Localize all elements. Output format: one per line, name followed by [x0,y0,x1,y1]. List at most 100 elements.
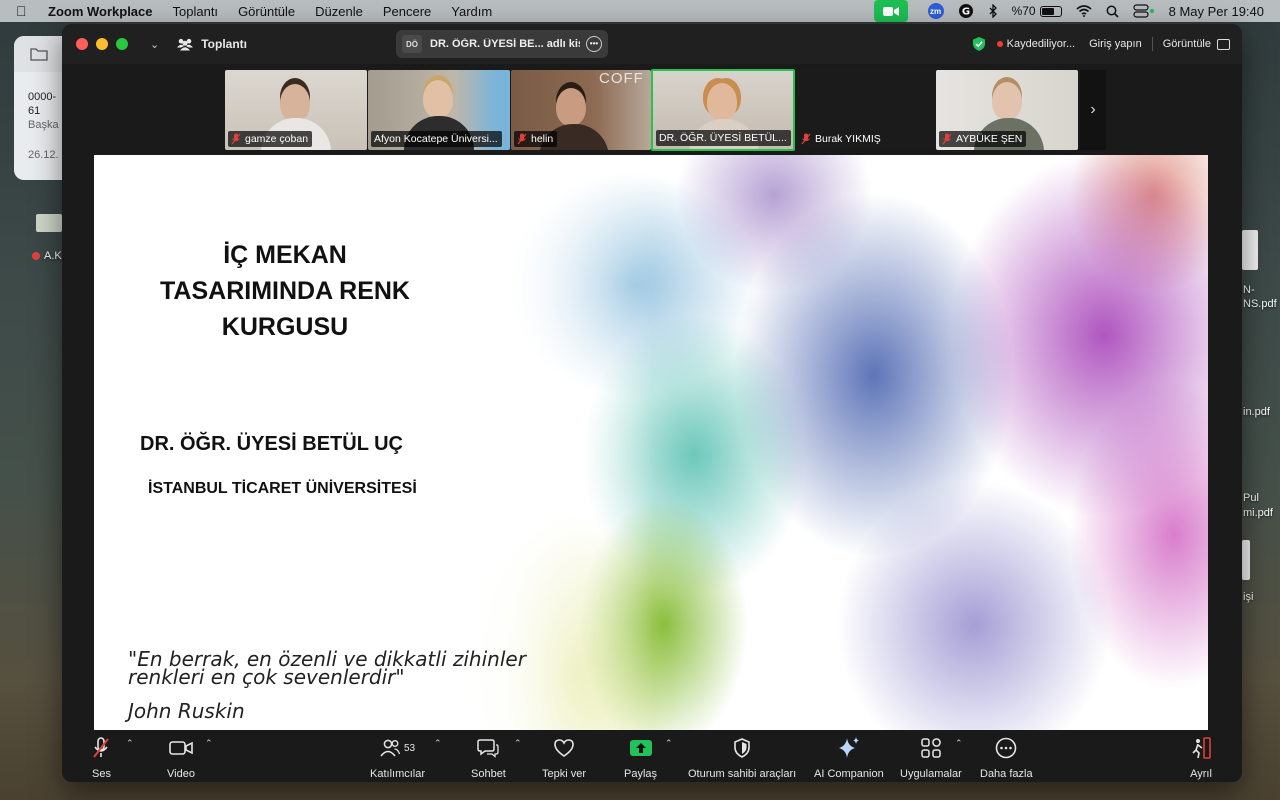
desktop-file-label[interactable]: N- [1243,284,1255,296]
ai-companion-button[interactable]: AI Companion [814,736,884,780]
sparkle-icon [838,737,859,758]
slide-quote-author: John Ruskin [128,699,245,723]
desktop-file-label[interactable]: işi [1243,591,1253,603]
participant-name-tag: AYBÜKE ŞEN [939,131,1027,147]
menubar-status-area: zm G %70 8 May Per 19:40 [873,0,1280,22]
shared-screen-slide[interactable]: İÇ MEKAN TASARIMINDA RENK KURGUSU DR. ÖĞ… [94,155,1208,730]
participant-figure [280,84,310,122]
desktop-file-label[interactable]: mi.pdf [1243,507,1273,519]
chat-options-chevron-icon[interactable]: ⌃ [514,738,522,749]
active-speaker-pill[interactable]: DÖ DR. ÖĞR. ÜYESİ BE... adlı kişi ••• [396,30,608,58]
desktop-file-label[interactable]: Pul [1243,492,1259,504]
participant-name-tag: helin [514,131,558,147]
titlebar-divider [1151,37,1153,51]
video-button[interactable]: Video [167,736,195,780]
minimize-window-button[interactable] [96,38,108,50]
control-center-icon[interactable] [1133,4,1155,18]
svg-text:G: G [961,7,969,18]
battery-status[interactable]: %70 [1012,4,1062,18]
share-screen-button[interactable]: Paylaş [624,736,657,780]
share-options-chevron-icon[interactable]: ⌃ [665,738,673,749]
slide-title: İÇ MEKAN TASARIMINDA RENK KURGUSU [160,241,410,341]
fullscreen-window-button[interactable] [116,38,128,50]
participants-icon [380,739,400,757]
audio-options-chevron-icon[interactable]: ⌃ [126,738,134,749]
share-screen-icon [629,740,652,756]
desktop-file-icon[interactable] [1242,540,1250,580]
participant-figure [992,82,1022,120]
participant-tile[interactable]: gamze çoban [225,70,367,150]
participant-tile[interactable]: COFF helin [511,70,651,150]
thumbnail-next-button[interactable]: › [1080,70,1106,150]
meeting-controls-bar: Ses ⌃ Video ⌃ 53 Katılımcılar ⌃ Sohbet ⌃ [62,730,1242,782]
menu-app-name[interactable]: Zoom Workplace [48,4,153,19]
meeting-menu[interactable]: Toplantı [177,37,247,51]
chevron-right-icon: › [1090,101,1096,118]
mic-muted-icon [231,133,241,145]
desktop-file-icon[interactable] [36,214,62,232]
participant-name-tag: Burak YIKMIŞ [798,131,885,147]
zoom-tray-icon[interactable]: zm [927,3,944,19]
apps-button[interactable]: Uygulamalar [900,736,962,780]
security-shield-icon[interactable] [971,36,987,52]
participant-name-tag: gamze çoban [228,131,313,147]
menu-pencere[interactable]: Pencere [383,4,431,19]
leave-meeting-button[interactable]: Ayrıl [1190,736,1212,780]
grid-view-icon [1217,38,1230,50]
zoom-meeting-window: ⌄ Toplantı DÖ DR. ÖĞR. ÜYESİ BE... adlı … [62,24,1242,782]
recording-indicator[interactable]: Kaydediliyor... [996,38,1075,50]
titlebar-right: Kaydediliyor... Giriş yapın Görüntüle [971,24,1230,64]
chat-button[interactable]: Sohbet [471,736,506,780]
chat-bubble-icon [477,739,500,758]
desktop-item-label[interactable]: A.K [32,250,62,262]
zoom-video-status-icon[interactable] [873,0,908,22]
heart-icon [554,739,574,757]
menu-duzenle[interactable]: Düzenle [315,4,363,19]
react-button[interactable]: Tepki ver [542,736,586,780]
audio-button[interactable]: Ses [92,736,111,780]
participant-figure [707,83,737,121]
mic-muted-icon [517,133,527,145]
participant-tile[interactable]: AYBÜKE ŞEN [936,70,1078,150]
mic-muted-icon [801,133,811,145]
more-button[interactable]: Daha fazla [980,736,1033,780]
apps-grid-icon [921,738,941,758]
more-options-icon[interactable]: ••• [586,36,602,52]
video-options-chevron-icon[interactable]: ⌃ [205,738,213,749]
active-speaker-label: DR. ÖĞR. ÜYESİ BE... adlı kişi [430,38,580,50]
apps-options-chevron-icon[interactable]: ⌃ [955,738,963,749]
wifi-icon[interactable] [1076,5,1092,17]
participant-tile[interactable]: Burak YIKMIŞ [795,70,937,150]
mic-muted-icon [942,133,952,145]
slide-institution: İSTANBUL TİCARET ÜNİVERSİTESİ [148,480,417,497]
video-camera-icon [169,741,193,755]
zoom-titlebar: ⌄ Toplantı DÖ DR. ÖĞR. ÜYESİ BE... adlı … [62,24,1242,64]
speaker-avatar: DÖ [402,35,422,53]
bluetooth-icon[interactable] [988,4,998,18]
apple-menu-icon[interactable]:  [16,3,32,19]
participant-name-tag: Afyon Kocatepe Üniversi... [371,131,502,147]
participant-tile-active-speaker[interactable]: DR. ÖĞR. ÜYESİ BETÜL... [651,69,795,151]
search-icon[interactable] [1106,5,1119,18]
grammarly-icon[interactable]: G [958,3,974,19]
menu-toplanti[interactable]: Toplantı [173,4,219,19]
signin-link[interactable]: Giriş yapın [1089,38,1142,50]
chevron-down-icon[interactable]: ⌄ [150,38,159,51]
macos-menubar:  Zoom Workplace Toplantı Görüntüle Düze… [0,0,1280,22]
close-window-button[interactable] [76,38,88,50]
participants-button[interactable]: 53 Katılımcılar [370,736,425,780]
participants-options-chevron-icon[interactable]: ⌃ [434,738,442,749]
desktop-file-label[interactable]: in.pdf [1243,406,1270,418]
desktop-file-label[interactable]: NS.pdf [1243,298,1277,310]
menubar-clock[interactable]: 8 May Per 19:40 [1169,4,1264,19]
more-dots-icon [995,737,1017,759]
battery-icon [1039,5,1062,17]
menu-yardim[interactable]: Yardım [451,4,492,19]
desktop-file-icon[interactable] [1242,230,1258,270]
host-tools-button[interactable]: Oturum sahibi araçları [688,736,796,780]
participants-count: 53 [403,742,416,754]
participant-tile[interactable]: Afyon Kocatepe Üniversi... [368,70,510,150]
view-button[interactable]: Görüntüle [1163,38,1230,50]
menu-goruntule[interactable]: Görüntüle [238,4,295,19]
participant-figure [556,88,586,126]
